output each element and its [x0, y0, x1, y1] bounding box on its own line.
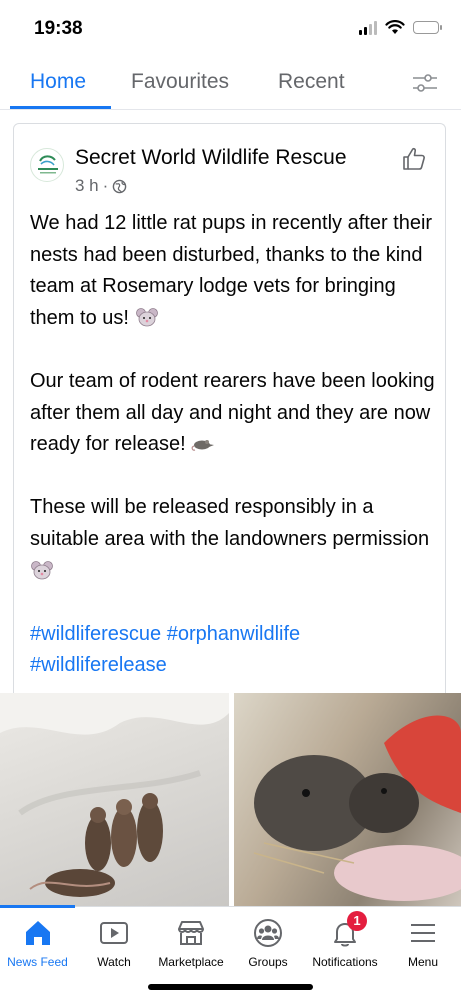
feed-tabs: Home Favourites Recent — [0, 60, 461, 110]
page-name[interactable]: Secret World Wildlife Rescue — [75, 146, 347, 170]
post-meta: 3 h · — [75, 176, 127, 196]
nav-news-feed[interactable]: News Feed — [0, 907, 75, 977]
tab-home[interactable]: Home — [30, 70, 86, 94]
active-tab-indicator — [10, 106, 111, 109]
post-paragraph: Our team of rodent rearers have been loo… — [30, 366, 440, 461]
status-bar: 19:38 — [0, 0, 461, 56]
rat-pups-photo — [0, 693, 229, 897]
menu-icon — [411, 924, 435, 942]
post-paragraph-text: Our team of rodent rearers have been loo… — [30, 369, 435, 456]
nav-label: News Feed — [7, 955, 68, 969]
home-icon — [25, 921, 50, 945]
like-page-icon[interactable] — [401, 146, 427, 172]
post-photo-rat-pups[interactable] — [0, 693, 229, 906]
post-paragraph: We had 12 little rat pups in recently af… — [30, 208, 440, 334]
home-indicator — [148, 984, 313, 990]
nav-marketplace[interactable]: Marketplace — [151, 907, 231, 977]
post-card: Secret World Wildlife Rescue 3 h · We ha… — [13, 123, 446, 693]
tab-favourites[interactable]: Favourites — [131, 70, 229, 94]
nav-notifications[interactable]: 1 Notifications — [305, 907, 385, 977]
signal-icon — [359, 20, 377, 35]
secret-world-logo-icon — [38, 155, 58, 174]
globe-icon — [113, 179, 127, 193]
mouse-face-emoji-icon — [135, 307, 158, 327]
rat-emoji-icon — [191, 440, 215, 451]
nav-menu[interactable]: Menu — [385, 907, 461, 977]
status-icons — [359, 20, 442, 35]
nav-label: Marketplace — [158, 955, 224, 969]
post-body: We had 12 little rat pups in recently af… — [30, 208, 440, 682]
page-avatar[interactable] — [30, 148, 64, 182]
post-paragraph: These will be released responsibly in a … — [30, 492, 440, 587]
watch-icon — [100, 922, 128, 944]
tab-recent[interactable]: Recent — [278, 70, 345, 94]
mouse-face-emoji-icon — [31, 560, 53, 579]
wifi-icon — [385, 20, 405, 34]
notification-badge: 1 — [347, 911, 367, 931]
rats-closeup-photo — [253, 715, 461, 901]
nav-label: Menu — [407, 955, 439, 969]
post-time[interactable]: 3 h — [75, 176, 99, 196]
battery-icon — [413, 21, 442, 34]
status-time: 19:38 — [34, 18, 83, 39]
post-paragraph-text: We had 12 little rat pups in recently af… — [30, 212, 433, 329]
marketplace-icon — [178, 921, 204, 945]
nav-label: Notifications — [312, 955, 378, 969]
post-photo-rats-closeup[interactable] — [234, 693, 461, 906]
nav-label: Groups — [248, 955, 288, 969]
groups-icon — [254, 919, 282, 947]
post-hashtags[interactable]: #wildliferescue #orphanwildlife #wildlif… — [30, 619, 440, 682]
meta-separator: · — [102, 176, 109, 195]
nav-watch[interactable]: Watch — [77, 907, 151, 977]
nav-groups[interactable]: Groups — [231, 907, 305, 977]
filter-icon[interactable] — [411, 72, 439, 94]
nav-label: Watch — [97, 955, 131, 969]
post-paragraph-text: These will be released responsibly in a … — [30, 496, 430, 550]
